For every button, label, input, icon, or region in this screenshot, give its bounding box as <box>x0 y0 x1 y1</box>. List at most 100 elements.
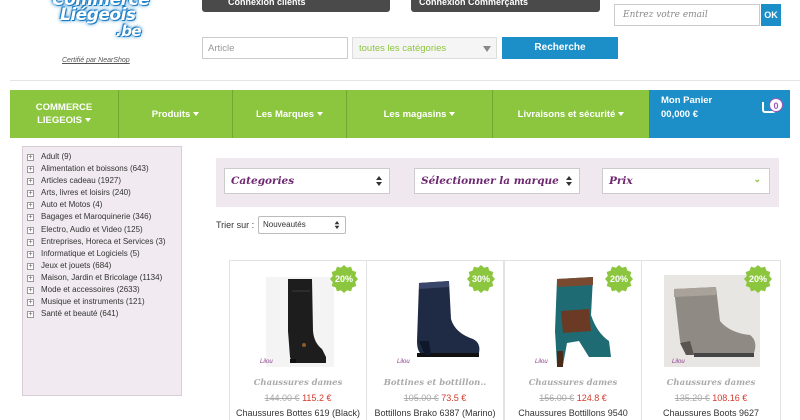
product-card[interactable]: Lilou 30% Bottines et bottillon.. 105.00… <box>366 260 504 420</box>
newsletter-email-input[interactable]: Entrez votre email <box>614 4 760 26</box>
caret-down-icon <box>193 112 200 116</box>
search-input[interactable]: Article <box>202 37 348 59</box>
category-label: Informatique et Logiciels (5) <box>41 248 140 258</box>
product-category[interactable]: Chaussures dames <box>230 378 366 388</box>
newsletter-ok-button[interactable]: OK <box>761 4 781 26</box>
expand-plus-icon[interactable]: + <box>27 226 34 234</box>
nav-home[interactable]: COMMERCE LIEGEOIS <box>10 90 118 138</box>
caret-down-icon <box>449 112 456 116</box>
product-price: 144.00 € 115.2 € <box>230 393 366 403</box>
nav-delivery[interactable]: Livraisons et sécurité <box>493 90 649 138</box>
category-label: Entreprises, Horeca et Services (3) <box>41 236 166 246</box>
old-price: 156.00 € <box>539 393 575 403</box>
category-item[interactable]: + Mode et accessoires (2633) <box>27 284 177 296</box>
category-select[interactable]: toutes les catégories <box>352 37 497 59</box>
product-category[interactable]: Chaussures dames <box>642 378 780 388</box>
product-image[interactable] <box>664 271 760 371</box>
product-price: 105.00 € 73.5 € <box>367 393 503 403</box>
nav-shops-label: Les magasins <box>383 108 447 120</box>
client-login-button[interactable]: Connexion clients <box>202 0 390 12</box>
certified-link[interactable]: Certifié par NearShop <box>62 57 130 64</box>
brand-filter-label: Sélectionner la marque <box>421 175 559 187</box>
category-item[interactable]: + Arts, livres et loisirs (240) <box>27 187 177 199</box>
page: Commerce Liégeois .be Certifié par NearS… <box>0 0 800 420</box>
nav-brands[interactable]: Les Marques <box>233 90 346 138</box>
cart-count-badge: 0 <box>769 98 783 112</box>
nav-shops[interactable]: Les magasins <box>347 90 492 138</box>
caret-down-icon <box>84 118 91 123</box>
merchant-login-button[interactable]: Connexion Commerçants <box>411 0 600 12</box>
new-price: 124.8 € <box>576 393 607 403</box>
expand-plus-icon[interactable]: + <box>27 178 34 186</box>
category-label: Articles cadeau (1927) <box>41 176 122 186</box>
expand-plus-icon[interactable]: + <box>27 250 34 258</box>
category-item[interactable]: + Santé et beauté (641) <box>27 308 177 320</box>
brand-mark-label: Lilou <box>535 359 548 365</box>
new-price: 73.5 € <box>441 393 467 403</box>
expand-plus-icon[interactable]: + <box>27 299 34 307</box>
category-label: Maison, Jardin et Bricolage (1134) <box>41 272 163 282</box>
product-name[interactable]: Chaussures Bottillons 9540 <box>505 408 641 418</box>
product-category[interactable]: Chaussures dames <box>505 378 641 388</box>
product-name[interactable]: Chaussures Boots 9627 <box>642 408 780 418</box>
expand-plus-icon[interactable]: + <box>27 202 34 210</box>
sort-select-value: Nouveautés <box>263 220 306 229</box>
expand-plus-icon[interactable]: + <box>27 154 34 161</box>
product-card[interactable]: Lilou 20% Chaussures dames 135.20 € 108.… <box>641 260 781 420</box>
category-item[interactable]: + Jeux et jouets (684) <box>27 260 177 272</box>
category-label: Bagages et Maroquinerie (346) <box>41 212 152 222</box>
expand-plus-icon[interactable]: + <box>27 214 34 222</box>
category-item[interactable]: + Informatique et Logiciels (5) <box>27 248 177 260</box>
product-price: 135.20 € 108.16 € <box>642 393 780 403</box>
product-name[interactable]: Bottillons Brako 6387 (Marino) <box>367 408 503 418</box>
category-item[interactable]: + Electro, Audio et Video (125) <box>27 224 177 236</box>
product-card[interactable]: Lilou 20% Chaussures dames 156.00 € 124.… <box>504 260 642 420</box>
category-label: Alimentation et boissons (643) <box>41 164 149 174</box>
select-arrows-icon <box>376 176 382 186</box>
new-price: 115.2 € <box>302 393 332 403</box>
expand-plus-icon[interactable]: + <box>27 287 34 295</box>
sort-label: Trier sur : <box>216 220 255 230</box>
filter-panel: Categories Sélectionner la marque Prix ⌄ <box>216 158 779 207</box>
old-price: 105.00 € <box>403 393 439 403</box>
old-price: 144.00 € <box>264 393 300 403</box>
expand-plus-icon[interactable]: + <box>27 166 34 174</box>
categories-filter-select[interactable]: Categories <box>224 168 390 194</box>
expand-plus-icon[interactable]: + <box>27 311 34 319</box>
category-item[interactable]: + Adult (9) <box>27 151 177 163</box>
product-card[interactable]: Lilou 20% Chaussures dames 144.00 € 115.… <box>229 260 367 420</box>
product-category[interactable]: Bottines et bottillon.. <box>367 378 503 388</box>
search-button[interactable]: Recherche <box>502 37 618 59</box>
nav-delivery-label: Livraisons et sécurité <box>517 108 616 120</box>
sort-select[interactable]: Nouveautés <box>258 216 346 234</box>
old-price: 135.20 € <box>674 393 710 403</box>
cart-button[interactable]: Mon Panier 00,000 € 0 <box>649 90 790 138</box>
category-item[interactable]: + Bagages et Maroquinerie (346) <box>27 211 177 223</box>
caret-down-icon <box>317 112 324 116</box>
expand-plus-icon[interactable]: + <box>27 262 34 270</box>
category-item[interactable]: + Articles cadeau (1927) <box>27 175 177 187</box>
category-item[interactable]: + Maison, Jardin et Bricolage (1134) <box>27 272 177 284</box>
category-label: Musique et instruments (121) <box>41 297 145 307</box>
product-price: 156.00 € 124.8 € <box>505 393 641 403</box>
brand-mark-label: Lilou <box>672 359 685 365</box>
category-item[interactable]: + Entreprises, Horeca et Services (3) <box>27 236 177 248</box>
category-tree: + Adult (9) + Alimentation et boissons (64… <box>22 146 182 396</box>
category-label: Adult (9) <box>41 152 72 161</box>
price-filter-select[interactable]: Prix ⌄ <box>602 168 770 194</box>
chevron-down-icon: ⌄ <box>753 175 761 185</box>
nav-products[interactable]: Produits <box>119 90 232 138</box>
site-logo[interactable]: Commerce Liégeois .be <box>30 0 150 50</box>
category-label: Arts, livres et loisirs (240) <box>41 188 131 198</box>
nav-brands-label: Les Marques <box>255 108 315 120</box>
brand-filter-select[interactable]: Sélectionner la marque <box>414 168 580 194</box>
nav-products-label: Produits <box>151 108 191 120</box>
expand-plus-icon[interactable]: + <box>27 238 34 246</box>
category-item[interactable]: + Musique et instruments (121) <box>27 296 177 308</box>
category-item[interactable]: + Alimentation et boissons (643) <box>27 163 177 175</box>
category-select-value: toutes les catégories <box>359 43 447 54</box>
product-name[interactable]: Chaussures Bottes 619 (Black) <box>230 408 366 418</box>
expand-plus-icon[interactable]: + <box>27 190 34 198</box>
expand-plus-icon[interactable]: + <box>27 274 34 282</box>
category-item[interactable]: + Auto et Motos (4) <box>27 199 177 211</box>
